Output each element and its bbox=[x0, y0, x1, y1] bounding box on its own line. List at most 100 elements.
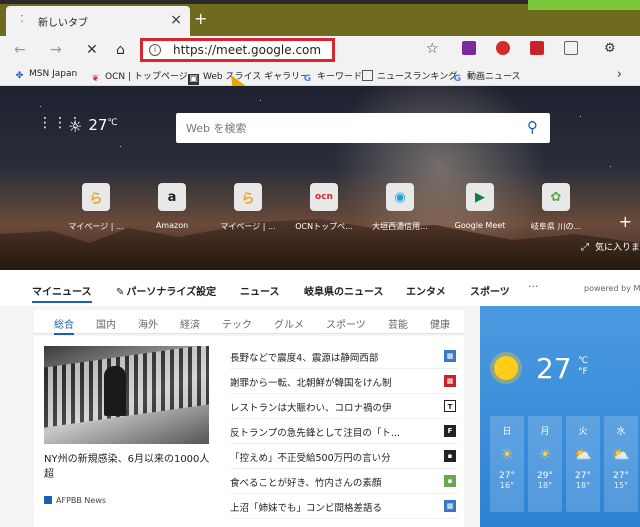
list-item[interactable]: 長野などで震度4、震源は静岡西部 ▦ bbox=[230, 344, 458, 369]
chevron-right-icon[interactable]: › bbox=[617, 67, 622, 82]
main-story-headline[interactable]: NY州の新規感染、6月以来の1000人超 bbox=[44, 452, 214, 482]
category-tab[interactable]: 海外 bbox=[138, 316, 158, 331]
tab-loading-icon: ⁚ bbox=[20, 14, 24, 25]
navigation-bar: ← → ✕ ⌂ i https://meet.google.com ☆ ⚙ bbox=[0, 36, 640, 64]
more-icon[interactable]: ··· bbox=[528, 280, 539, 293]
star bbox=[580, 116, 581, 117]
bookmark-ocn[interactable]: ❦ OCN | トップページ bbox=[90, 69, 188, 85]
star bbox=[40, 106, 41, 107]
tab-gifu-news[interactable]: 岐阜県のニュース bbox=[304, 283, 384, 298]
tile-icon: ら bbox=[234, 183, 262, 211]
bookmark-web-slice[interactable]: ▣ Web スライス ギャラリー bbox=[188, 69, 309, 85]
weather-temperature: 27 bbox=[536, 352, 572, 385]
forecast-day[interactable]: 月 ☀ 29° 18° bbox=[528, 416, 562, 512]
web-search-box[interactable]: ⚲ bbox=[176, 113, 550, 143]
list-item[interactable]: 反トランプの急先鋒として注目の「ト... F bbox=[230, 419, 458, 444]
bookmark-video-news[interactable]: G 動画ニュース bbox=[452, 69, 521, 85]
top-site-tile[interactable]: ocn OCNトップペ... bbox=[284, 183, 364, 232]
top-site-tile[interactable]: ら マイページ | ... bbox=[208, 183, 288, 232]
home-icon[interactable]: ⌂ bbox=[116, 42, 125, 58]
star bbox=[120, 146, 121, 147]
search-icon[interactable]: ⚲ bbox=[527, 118, 538, 136]
tab-sports[interactable]: スポーツ bbox=[470, 283, 510, 298]
temperature-unit-toggle[interactable]: ℃ °F bbox=[578, 356, 588, 378]
tab-news[interactable]: ニュース bbox=[240, 283, 280, 298]
star bbox=[260, 100, 261, 101]
category-tab[interactable]: 国内 bbox=[96, 316, 116, 331]
sun-icon bbox=[494, 356, 518, 380]
publisher-icon: ▪ bbox=[444, 450, 456, 462]
pencil-icon: ✎ bbox=[116, 287, 125, 298]
publisher-icon: ▦ bbox=[444, 500, 456, 512]
tab-my-news[interactable]: マイニュース bbox=[32, 283, 92, 303]
tab-new-tab[interactable]: ⁚ 新しいタブ × bbox=[6, 6, 190, 36]
forecast-day[interactable]: 日 ☀ 27° 16° bbox=[490, 416, 524, 512]
powered-by: powered by M bbox=[584, 284, 640, 293]
list-item[interactable]: 食べることが好き、竹内さんの素顔 ▪ bbox=[230, 469, 458, 494]
page-icon bbox=[362, 70, 373, 81]
category-tab[interactable]: テック bbox=[222, 316, 252, 331]
top-site-tile[interactable]: ▶ Google Meet bbox=[440, 183, 520, 230]
sun-icon: ☼ bbox=[68, 117, 83, 136]
top-site-tile[interactable]: a Amazon bbox=[132, 183, 212, 230]
category-tab[interactable]: スポーツ bbox=[326, 316, 366, 331]
settings-menu-icon[interactable]: ⚙ bbox=[604, 41, 618, 56]
forecast: 日 ☀ 27° 16° 月 ☀ 29° 18° 火 ⛅ 27° 18° 水 ⛅ … bbox=[490, 416, 640, 524]
forecast-day[interactable]: 火 ⛅ 27° 18° bbox=[566, 416, 600, 512]
list-item[interactable]: 上沼「姉妹でも」コンビ間格差語る ▦ bbox=[230, 494, 458, 519]
tile-icon: ら bbox=[82, 183, 110, 211]
photo-crosswalk bbox=[44, 346, 209, 428]
category-tab[interactable]: グルメ bbox=[274, 316, 304, 331]
bookmark-keyword[interactable]: G キーワード bbox=[302, 69, 362, 85]
url-text[interactable]: https://meet.google.com bbox=[173, 43, 321, 57]
google-meet-icon: ▶ bbox=[466, 183, 494, 211]
tab-entertainment[interactable]: エンタメ bbox=[406, 283, 446, 298]
partly-cloudy-icon: ⛅ bbox=[612, 447, 630, 463]
tab-strip: ⁚ 新しいタブ × + bbox=[0, 0, 640, 36]
top-site-tile[interactable]: ✿ 岐阜県 川の... bbox=[516, 183, 596, 232]
tab-personalize[interactable]: ✎ パーソナライズ設定 bbox=[116, 283, 216, 298]
main-story-source[interactable]: AFPBB News bbox=[44, 496, 106, 505]
close-icon[interactable]: × bbox=[170, 12, 182, 28]
list-item[interactable]: 謝罪から一転、北朝鮮が韓国をけん制 ▦ bbox=[230, 369, 458, 394]
news-navigation: マイニュース ✎ パーソナライズ設定 ニュース 岐阜県のニュース エンタメ スポー… bbox=[0, 270, 640, 306]
top-site-tile[interactable]: ◉ 大垣西濃信用... bbox=[360, 183, 440, 232]
add-site-plus-icon[interactable]: + bbox=[619, 212, 632, 231]
source-logo-icon bbox=[44, 496, 52, 504]
site-info-icon[interactable]: i bbox=[149, 44, 161, 56]
hero-weather[interactable]: ☼ 27℃ bbox=[68, 116, 118, 136]
list-item[interactable]: レストランは大賑わい、コロナ禍の伊 T bbox=[230, 394, 458, 419]
category-tab[interactable]: 経済 bbox=[180, 316, 200, 331]
publisher-icon: ▦ bbox=[444, 375, 456, 387]
new-tab-button[interactable]: + bbox=[194, 11, 207, 27]
sunny-icon: ☀ bbox=[538, 447, 552, 463]
address-bar[interactable]: i https://meet.google.com bbox=[140, 38, 335, 62]
ocn-icon: ❦ bbox=[91, 74, 100, 84]
onenote-extension-icon[interactable] bbox=[462, 41, 476, 55]
hero-caption[interactable]: ⤢ 気に入りま bbox=[581, 240, 640, 253]
bookmark-msn[interactable]: ✤ MSN Japan bbox=[14, 69, 77, 82]
favorite-star-icon[interactable]: ☆ bbox=[426, 41, 439, 57]
category-tab[interactable]: 芸能 bbox=[388, 316, 408, 331]
amazon-icon: a bbox=[158, 183, 186, 211]
stop-icon[interactable]: ✕ bbox=[86, 42, 98, 58]
sunny-icon: ☀ bbox=[500, 447, 514, 463]
list-item[interactable]: 「控えめ」不正受給500万円の言い分 ▪ bbox=[230, 444, 458, 469]
top-site-tile[interactable]: ら マイページ | ... bbox=[56, 183, 136, 232]
publisher-icon: ▪ bbox=[444, 475, 456, 487]
bookmark-news-ranking[interactable]: ニュースランキング bbox=[362, 69, 457, 82]
search-input[interactable] bbox=[186, 119, 506, 137]
category-tab[interactable]: 健康 bbox=[430, 316, 450, 331]
publisher-icon: ▦ bbox=[444, 350, 456, 362]
back-arrow-icon[interactable]: ← bbox=[14, 42, 26, 58]
main-story-photo[interactable] bbox=[44, 346, 209, 444]
bookmarks-bar: ✤ MSN Japan ❦ OCN | トップページ ▣ Web スライス ギャラリー… bbox=[0, 64, 640, 86]
cast-extension-icon[interactable] bbox=[564, 41, 578, 55]
partly-cloudy-icon: ⛅ bbox=[574, 447, 592, 463]
pdf-extension-icon[interactable] bbox=[530, 41, 544, 55]
forward-arrow-icon[interactable]: → bbox=[50, 42, 62, 58]
forecast-day[interactable]: 水 ⛅ 27° 15° bbox=[604, 416, 638, 512]
weather-card[interactable]: 27 ℃ °F 日 ☀ 27° 16° 月 ☀ 29° 18° 火 ⛅ 27° 1… bbox=[480, 306, 640, 527]
category-tab[interactable]: 総合 bbox=[54, 316, 74, 335]
red-circle-extension-icon[interactable] bbox=[496, 41, 510, 55]
